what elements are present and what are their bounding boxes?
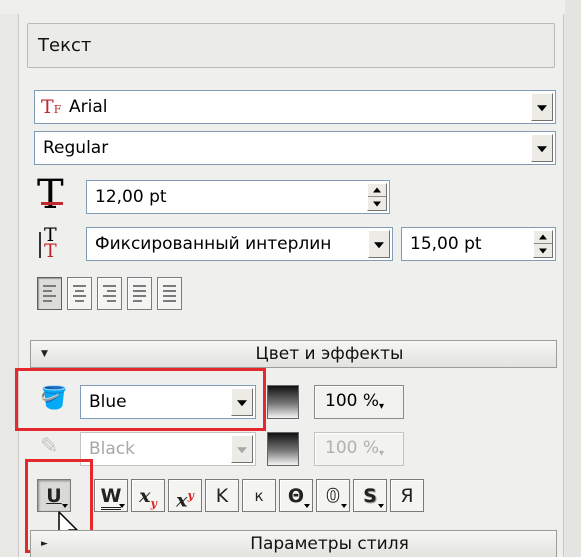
strikethrough-label: Θ [287,485,305,507]
justify-all-button[interactable] [157,277,182,310]
chevron-down-icon[interactable] [531,134,553,162]
font-style-value: Regular [43,138,109,158]
font-size-stepper[interactable] [367,183,387,211]
leading-mode-value: Фиксированный интерлин [95,234,332,254]
stepper-down-icon[interactable] [534,244,552,257]
panel-title: Текст [27,23,555,68]
font-family-value: Arial [69,97,108,117]
double-underline-button[interactable]: W [94,479,128,512]
color-effects-title: Цвет и эффекты [255,344,404,364]
stroke-opacity-button[interactable]: 100 %▾ [314,432,404,466]
chevron-down-icon[interactable] [368,230,390,258]
shadow-button[interactable]: S [353,479,387,512]
superscript-label: x [176,489,188,512]
stepper-up-icon[interactable] [534,231,552,244]
expand-triangle-icon[interactable]: ► [41,531,48,557]
font-type-icon: TF [41,96,62,118]
color-effects-section-bar[interactable]: ▼ Цвет и эффекты [30,340,557,368]
subscript-label: x [139,485,151,507]
font-size-icon: T [37,172,64,218]
stroke-color-swatch[interactable] [267,432,299,466]
font-size-value: 12,00 pt [95,187,167,207]
align-left-button[interactable] [37,277,62,310]
style-params-title: Параметры стиля [250,534,409,554]
stepper-down-icon[interactable] [368,197,386,210]
align-right-button[interactable] [97,277,122,310]
font-size-field[interactable]: 12,00 pt [86,180,390,214]
leading-value: 15,00 pt [410,234,482,254]
stroke-color-select[interactable]: Black [80,432,256,466]
leading-icon-bar [39,232,41,258]
font-style-select[interactable]: Regular [34,131,556,165]
outline-button[interactable]: 0 [316,479,350,512]
stepper-up-icon[interactable] [368,184,386,197]
stroke-opacity-value: 100 % [325,438,380,458]
shadow-label: S [363,485,377,507]
leading-mode-select[interactable]: Фиксированный интерлин [86,227,393,261]
superscript-marker: y [187,489,194,502]
subscript-button[interactable]: xy [131,479,165,512]
small-caps-lower-label: к [254,487,264,505]
font-size-icon-accent [41,202,63,205]
scrollbar-gutter[interactable] [565,0,581,557]
subscript-marker: y [150,496,157,510]
align-center-button[interactable] [67,277,92,310]
small-caps-lower-button[interactable]: к [242,479,276,512]
panel-top-strip [0,0,581,14]
font-family-select[interactable]: TF Arial [34,90,556,124]
fill-color-swatch[interactable] [267,385,299,419]
small-caps-upper-button[interactable]: K [205,479,239,512]
collapse-triangle-icon[interactable]: ▼ [41,341,48,367]
superscript-button[interactable]: xy [168,479,202,512]
strikethrough-button[interactable]: Θ [279,479,313,512]
chevron-down-icon[interactable] [231,435,253,463]
leading-value-field[interactable]: 15,00 pt [401,227,556,261]
leading-stepper[interactable] [533,230,553,258]
fill-opacity-value: 100 % [325,391,380,411]
fill-row-highlight [15,368,266,431]
stroke-color-value: Black [89,439,135,459]
small-caps-upper-label: K [215,485,229,507]
justify-button[interactable] [127,277,152,310]
emboss-button[interactable]: Я [390,479,424,512]
style-params-section-bar[interactable]: ► Параметры стиля [30,530,557,557]
stroke-pen-icon: ✎ [40,434,59,459]
fill-opacity-button[interactable]: 100 %▾ [314,385,404,419]
chevron-down-icon[interactable] [531,93,553,121]
emboss-label: Я [400,485,414,507]
outline-label: 0 [326,485,340,508]
leading-icon-lower: T [44,240,57,262]
